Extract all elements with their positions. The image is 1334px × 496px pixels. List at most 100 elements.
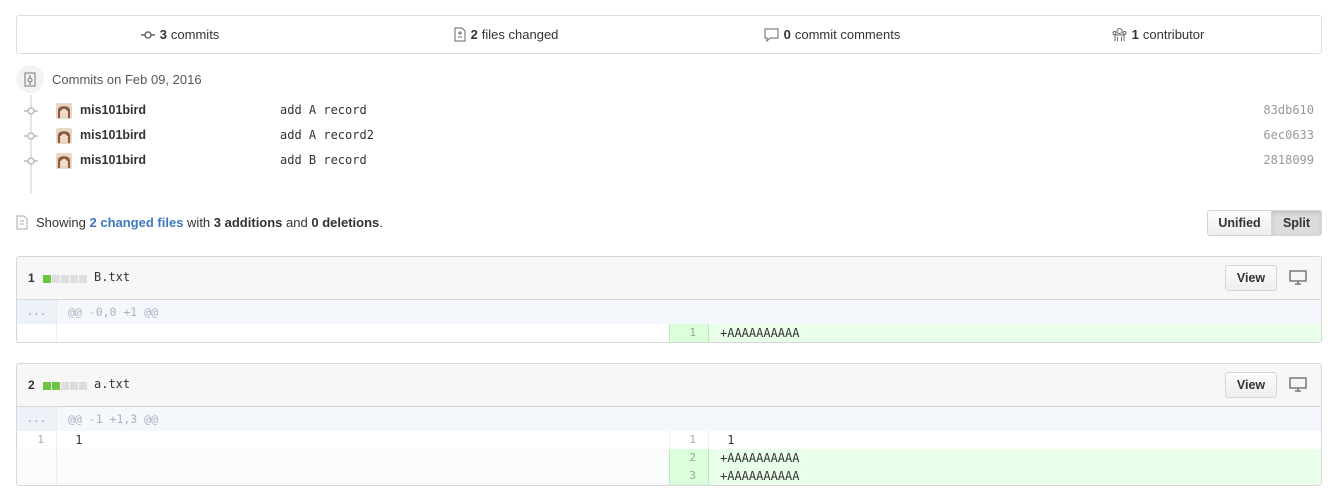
hunk-header: @@ -0,0 +1 @@ xyxy=(68,305,159,319)
commits-label: commits xyxy=(170,27,220,42)
toc-period: . xyxy=(379,214,383,230)
avatar[interactable] xyxy=(56,153,72,169)
right-line-code: +AAAAAAAAAA xyxy=(709,467,1321,485)
diffstat-block-neutral xyxy=(70,382,78,390)
commit-sha[interactable]: 2818099 xyxy=(1263,153,1314,167)
left-line-code: 1 xyxy=(68,433,83,447)
commit-sha[interactable]: 6ec0633 xyxy=(1263,128,1314,142)
commits-group-header: Commits on Feb 09, 2016 xyxy=(16,65,202,93)
comments-count: 0 xyxy=(783,27,791,42)
files-label: files changed xyxy=(481,27,559,42)
commit-node-icon xyxy=(24,132,38,140)
diffstat-block-neutral xyxy=(52,275,60,283)
files-changed-summary[interactable]: 2 files changed xyxy=(343,27,669,42)
commits-count: 3 xyxy=(159,27,167,42)
contributors-count: 1 xyxy=(1131,27,1139,42)
avatar[interactable] xyxy=(56,128,72,144)
right-line-number[interactable]: 1 xyxy=(669,431,709,449)
diffstat-block-added xyxy=(43,275,51,283)
commit-author[interactable]: mis101bird xyxy=(80,103,146,117)
view-file-button[interactable]: View xyxy=(1225,372,1277,398)
file-diff-icon xyxy=(454,27,466,42)
file-name[interactable]: a.txt xyxy=(94,377,130,391)
empty-left-side xyxy=(17,324,669,342)
toc-showing: Showing xyxy=(36,214,86,230)
commit-row[interactable]: mis101bird add A record2 6ec0633 xyxy=(16,124,1316,149)
commit-author[interactable]: mis101bird xyxy=(80,153,146,167)
git-commit-calendar-icon xyxy=(24,72,36,86)
additions-count: 3 additions xyxy=(213,214,283,230)
left-line-number[interactable]: 1 xyxy=(17,431,57,449)
file-header: 2 a.txt View xyxy=(17,364,1321,407)
file-header: 1 B.txt View xyxy=(17,257,1321,300)
calendar-badge xyxy=(16,65,44,93)
avatar[interactable] xyxy=(56,103,72,119)
commits-date: Commits on Feb 09, 2016 xyxy=(52,71,202,87)
contributors-summary[interactable]: 1 contributor xyxy=(995,27,1321,42)
deletions-count: 0 deletions xyxy=(311,214,380,230)
diff-view-toggle: Unified Split xyxy=(1207,210,1322,236)
comments-summary[interactable]: 0 commit comments xyxy=(669,27,995,42)
changed-files-link[interactable]: 2 changed files xyxy=(90,215,184,230)
right-line-code: +AAAAAAAAAA xyxy=(709,449,1321,467)
commit-node-icon xyxy=(24,107,38,115)
diffstat-block-neutral xyxy=(70,275,78,283)
files-count: 2 xyxy=(470,27,478,42)
view-file-button[interactable]: View xyxy=(1225,265,1277,291)
diffstat-block-neutral xyxy=(79,382,87,390)
commit-row[interactable]: mis101bird add B record 2818099 xyxy=(16,149,1316,174)
right-line-number[interactable]: 1 xyxy=(669,324,709,342)
empty-left-side xyxy=(17,449,669,467)
right-line-number[interactable]: 3 xyxy=(669,467,709,485)
file-diff: 1 B.txt View ... @@ -0,0 +1 @@ 1 +AAAAAA… xyxy=(16,256,1322,343)
hunk-expand[interactable]: ... xyxy=(17,300,57,324)
contributors-label: contributor xyxy=(1142,27,1205,42)
commit-author[interactable]: mis101bird xyxy=(80,128,146,142)
diffstat-block-added xyxy=(52,382,60,390)
comments-label: commit comments xyxy=(794,27,901,42)
hunk-header-row: ... @@ -1 +1,3 @@ xyxy=(17,407,1321,431)
file-change-count: 1 xyxy=(28,271,35,285)
commit-sha[interactable]: 83db610 xyxy=(1263,103,1314,117)
hunk-header: @@ -1 +1,3 @@ xyxy=(68,412,159,426)
diffstat-block-neutral xyxy=(61,382,69,390)
hunk-expand[interactable]: ... xyxy=(17,407,57,431)
commit-message[interactable]: add A record xyxy=(280,103,367,117)
empty-left-side xyxy=(17,467,669,485)
diff-toc: Showing 2 changed files with 3 additions… xyxy=(16,210,383,234)
diffstat-block-neutral xyxy=(79,275,87,283)
comment-icon xyxy=(764,28,779,42)
unified-button[interactable]: Unified xyxy=(1207,210,1272,236)
right-line-number[interactable]: 2 xyxy=(669,449,709,467)
left-line-number xyxy=(17,449,57,467)
toc-and: and xyxy=(286,214,308,230)
diffstat-blocks xyxy=(43,382,88,390)
diff-line: 2 +AAAAAAAAAA xyxy=(17,449,1321,467)
diffstat-block-neutral xyxy=(61,275,69,283)
left-line-number xyxy=(17,324,57,342)
hunk-header-row: ... @@ -0,0 +1 @@ xyxy=(17,300,1321,324)
right-line-code: 1 xyxy=(720,433,735,447)
file-diff-icon xyxy=(16,215,28,229)
diff-line: 1 1 1 1 xyxy=(17,431,1321,449)
desktop-icon[interactable] xyxy=(1289,270,1307,285)
commit-node-icon xyxy=(24,157,38,165)
commit-row[interactable]: mis101bird add A record 83db610 xyxy=(16,99,1316,124)
file-diff: 2 a.txt View ... @@ -1 +1,3 @@ 1 1 1 1 2… xyxy=(16,363,1322,486)
toc-with: with xyxy=(187,214,211,230)
commit-icon xyxy=(140,30,155,39)
left-line-number xyxy=(17,467,57,485)
commit-message[interactable]: add A record2 xyxy=(280,128,374,142)
diff-line: 3 +AAAAAAAAAA xyxy=(17,467,1321,485)
split-button[interactable]: Split xyxy=(1272,210,1322,236)
right-line-code: +AAAAAAAAAA xyxy=(709,324,1321,342)
diffstat-blocks xyxy=(43,275,88,283)
diff-line: 1 +AAAAAAAAAA xyxy=(17,324,1321,342)
file-name[interactable]: B.txt xyxy=(94,270,130,284)
commit-message[interactable]: add B record xyxy=(280,153,367,167)
desktop-icon[interactable] xyxy=(1289,377,1307,392)
commits-summary[interactable]: 3 commits xyxy=(17,27,343,42)
numbers-summary: 3 commits 2 files changed 0 commit comme… xyxy=(16,15,1322,54)
diffstat-block-added xyxy=(43,382,51,390)
file-change-count: 2 xyxy=(28,378,35,392)
